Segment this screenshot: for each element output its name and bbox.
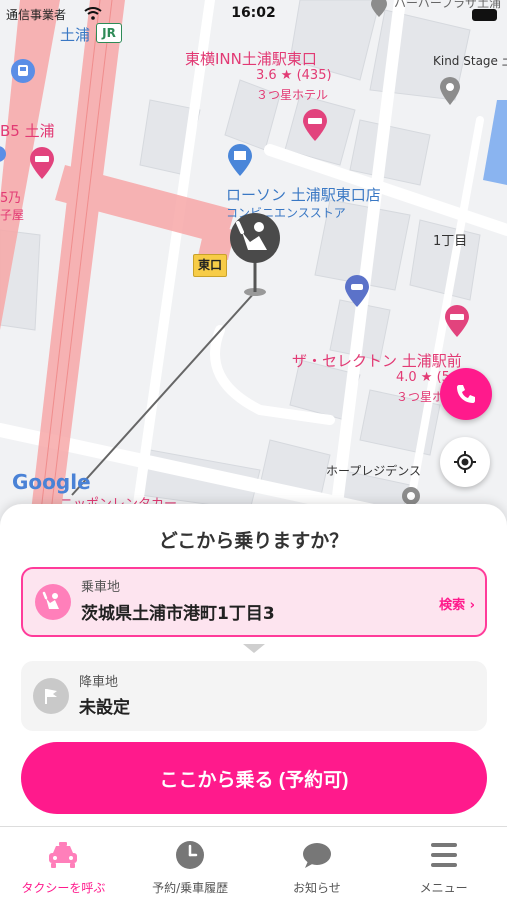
map-label-toyoko-type: ３つ星ホテル xyxy=(256,88,329,102)
pickup-location-pin[interactable] xyxy=(226,212,284,298)
search-link[interactable]: 検索 › xyxy=(439,594,475,613)
hotel-pin-icon xyxy=(303,109,327,141)
shopping-pin-icon xyxy=(30,147,54,179)
chat-bubble-icon xyxy=(302,843,331,868)
jr-badge: JR xyxy=(96,23,122,43)
map-label-station: 土浦 xyxy=(60,26,91,44)
sheet-title: どこから乗りますか？ xyxy=(158,530,349,552)
pickup-location-card[interactable]: 乗車地 茨城県土浦市港町1丁目3 検索 › xyxy=(21,567,487,637)
map-label-kind-stage: Kind Stage 土 xyxy=(433,54,507,68)
map-label-lawson-name: ローソン 土浦駅東口店 xyxy=(226,186,381,204)
flag-icon xyxy=(45,689,57,704)
crosshair-icon xyxy=(454,451,476,473)
dropoff-icon-circle xyxy=(33,678,69,714)
dropoff-label: 降車地 xyxy=(79,675,119,690)
current-location-button[interactable] xyxy=(440,437,490,487)
tab-label: お知らせ xyxy=(292,881,341,895)
dropoff-value: 未設定 xyxy=(79,698,130,718)
map-view[interactable]: 通信事業者 16:02 土浦 JR 東横INN土浦駅東口 3.6 ★ (435)… xyxy=(0,0,507,560)
east-exit-badge: 東口 xyxy=(193,254,227,277)
map-pin-icon-top xyxy=(371,0,387,17)
tab-notifications[interactable]: お知らせ xyxy=(254,827,381,900)
map-label-b5: B5 土浦 xyxy=(0,122,55,140)
google-logo: Google xyxy=(12,470,91,494)
tab-call-taxi[interactable]: タクシーを呼ぶ xyxy=(0,827,127,900)
map-label-toyoko-name: 東横INN土浦駅東口 xyxy=(185,50,317,68)
train-station-icon xyxy=(11,59,35,83)
convenience-store-pin-icon xyxy=(228,144,252,176)
direction-caret xyxy=(243,644,265,653)
map-label-toyoko-rating: 3.6 ★ (435) xyxy=(256,68,332,83)
ride-request-sheet: どこから乗りますか？ 乗車地 茨城県土浦市港町1丁目3 検索 › 降車地 未設定… xyxy=(0,504,507,826)
dropoff-location-card[interactable]: 降車地 未設定 xyxy=(21,661,487,731)
map-pin-icon xyxy=(440,77,460,105)
pickup-label: 乗車地 xyxy=(81,580,121,595)
map-label-harbor-plaza: ハーバープラザ土浦 xyxy=(394,0,502,10)
map-label-hope-residence: ホープレジデンス xyxy=(326,464,422,478)
map-label-selecton-name: ザ・セレクトン 土浦駅前 xyxy=(292,352,462,370)
tab-label: メニュー xyxy=(419,881,468,895)
taxi-icon xyxy=(49,842,78,868)
car-pin-icon xyxy=(345,275,369,307)
map-label-left-cut-1: 5乃 xyxy=(0,191,22,206)
map-label-left-cut-2: 子屋 xyxy=(0,208,25,222)
tab-reservation-history[interactable]: 予約/乗車履歴 xyxy=(127,827,254,900)
tab-menu[interactable]: メニュー xyxy=(380,827,507,900)
clock-icon xyxy=(176,841,205,869)
pickup-icon-circle xyxy=(35,584,71,620)
menu-icon xyxy=(430,843,457,867)
call-button[interactable] xyxy=(440,368,492,420)
tab-label: タクシーを呼ぶ xyxy=(21,881,106,895)
hailing-person-icon xyxy=(42,591,59,609)
pickup-address: 茨城県土浦市港町1丁目3 xyxy=(81,604,275,624)
hotel-pin-icon-2 xyxy=(445,305,469,337)
map-label-chome: 1丁目 xyxy=(433,234,468,249)
tab-label: 予約/乗車履歴 xyxy=(152,881,229,895)
ride-from-here-button[interactable]: ここから乗る (予約可) xyxy=(21,742,487,814)
bottom-tab-bar: タクシーを呼ぶ 予約/乗車履歴 お知らせ メニュー xyxy=(0,826,507,900)
phone-icon xyxy=(457,385,475,403)
